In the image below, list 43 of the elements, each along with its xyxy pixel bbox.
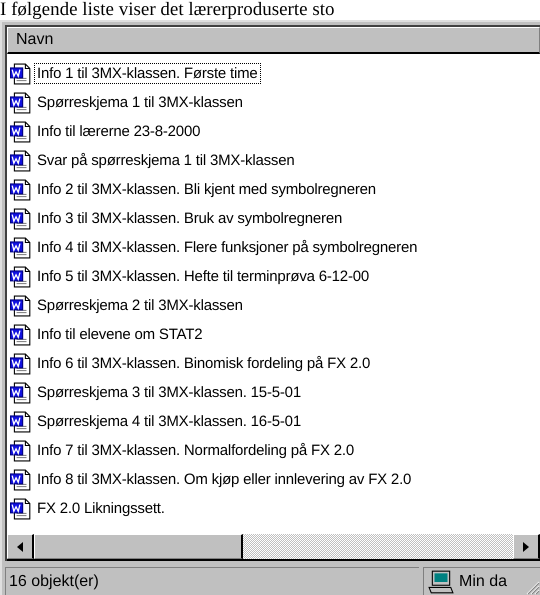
resize-grip-icon[interactable]: [524, 579, 540, 595]
horizontal-scrollbar[interactable]: [7, 534, 540, 561]
file-name[interactable]: Info 4 til 3MX-klassen. Flere funksjoner på symbolregneren: [34, 237, 420, 258]
file-name[interactable]: Info 6 til 3MX-klassen. Binomisk fordeling på FX 2.0: [34, 353, 374, 374]
word-document-icon: [10, 92, 32, 114]
word-document-icon: [10, 294, 32, 316]
word-document-icon: [10, 410, 32, 432]
left-arrow-icon: [16, 542, 24, 552]
file-name[interactable]: Spørreskjema 4 til 3MX-klassen. 16-5-01: [34, 411, 304, 432]
word-document-icon: [10, 382, 32, 404]
file-name[interactable]: Spørreskjema 3 til 3MX-klassen. 15-5-01: [34, 382, 304, 403]
word-document-icon: [10, 266, 32, 288]
caption-text: I følgende liste viser det lærerproduserte sto: [0, 0, 336, 20]
file-name[interactable]: Info 8 til 3MX-klassen. Om kjøp eller innlevering av FX 2.0: [34, 469, 414, 490]
scroll-left-button[interactable]: [7, 534, 34, 559]
right-arrow-icon: [522, 542, 530, 552]
scroll-right-button[interactable]: [513, 534, 540, 559]
word-document-icon: [10, 498, 32, 520]
word-document-icon: [10, 208, 32, 230]
file-name[interactable]: Info 2 til 3MX-klassen. Bli kjent med symbolregneren: [34, 179, 379, 200]
word-document-icon: [10, 468, 32, 490]
file-name[interactable]: Info 1 til 3MX-klassen. Første time: [34, 63, 261, 84]
word-document-icon: [10, 236, 32, 258]
word-document-icon: [10, 120, 32, 142]
file-name[interactable]: Svar på spørreskjema 1 til 3MX-klassen: [34, 150, 298, 171]
file-name[interactable]: Info 7 til 3MX-klassen. Normalfordeling på FX 2.0: [34, 440, 358, 461]
file-name[interactable]: Spørreskjema 1 til 3MX-klassen: [34, 92, 246, 113]
word-document-icon: [10, 150, 32, 172]
word-document-icon: [10, 440, 32, 462]
scrollbar-thumb[interactable]: [34, 534, 243, 559]
status-location: Min da: [459, 572, 508, 590]
column-header[interactable]: Navn: [7, 27, 540, 54]
word-document-icon: [10, 178, 32, 200]
status-count: 16 objekt(er): [5, 567, 419, 595]
file-name[interactable]: Info til lærerne 23-8-2000: [34, 121, 204, 142]
file-name[interactable]: Info 3 til 3MX-klassen. Bruk av symbolregneren: [34, 208, 346, 229]
word-document-icon: [10, 352, 32, 374]
file-name[interactable]: Info 5 til 3MX-klassen. Hefte til terminprøva 6-12-00: [34, 266, 372, 287]
word-document-icon: [10, 324, 32, 346]
file-name[interactable]: FX 2.0 Likningssett.: [34, 498, 168, 519]
file-name[interactable]: Info til elevene om STAT2: [34, 324, 206, 345]
file-name[interactable]: Spørreskjema 2 til 3MX-klassen: [34, 295, 246, 316]
word-document-icon: [10, 62, 32, 84]
